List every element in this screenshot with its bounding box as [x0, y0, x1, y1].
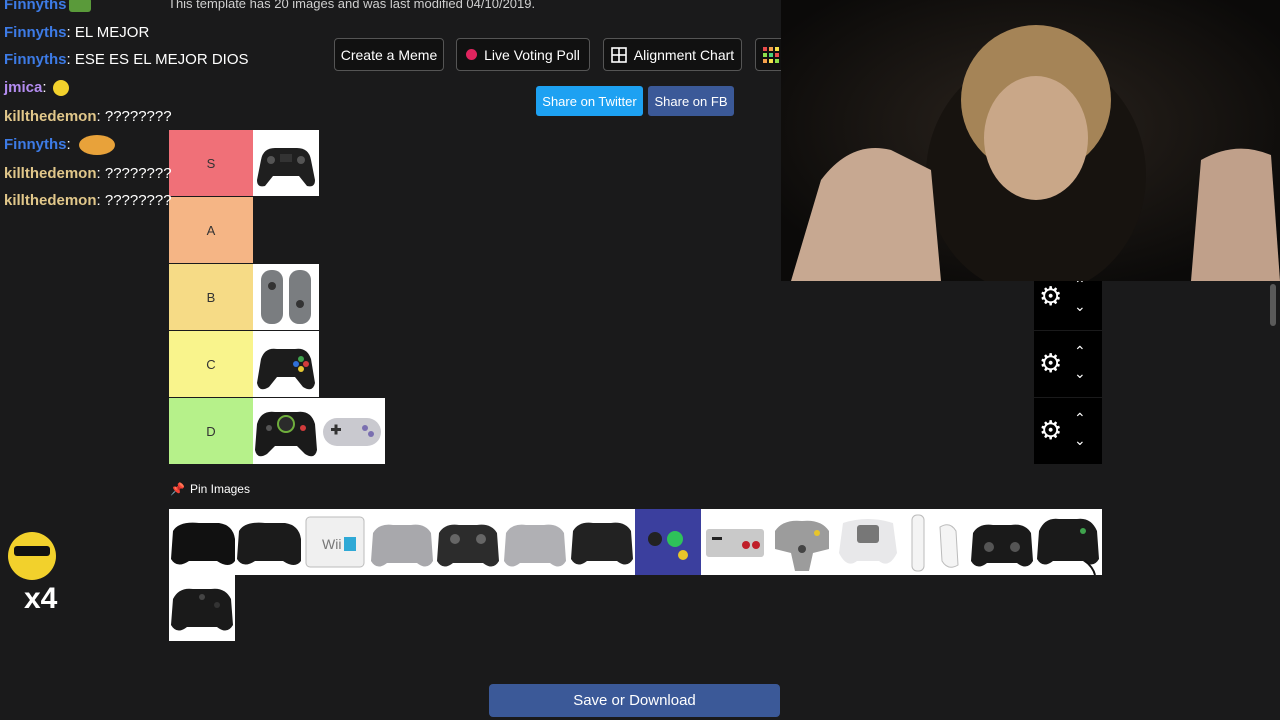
gear-icon[interactable]: ⚙ — [1039, 416, 1062, 444]
grid-icon — [762, 46, 779, 63]
share-fb-button[interactable]: Share on FB — [648, 86, 734, 116]
template-info: This template has 20 images and was last… — [168, 0, 536, 11]
chat-message: killthedemon: ???????? — [4, 165, 172, 182]
pin-icon: 📌 — [170, 482, 185, 496]
tier-label-a[interactable]: A — [169, 197, 253, 263]
chat-message: jmica: — [4, 74, 69, 102]
sunglasses-emote-icon — [52, 80, 69, 97]
gear-icon[interactable]: ⚙ — [1039, 282, 1062, 310]
tier-label-d[interactable]: D — [169, 398, 253, 464]
create-meme-button[interactable]: Create a Meme — [334, 38, 444, 71]
frog-emote-icon — [68, 0, 91, 13]
xbox-duke-controller-image[interactable] — [253, 398, 319, 464]
tier-controls-c: ⚙ ⌃ ⌄ — [1034, 331, 1102, 397]
tier-label-c[interactable]: C — [169, 331, 253, 397]
chat-message: Finnyths: ESE ES EL MEJOR DIOS — [4, 51, 249, 68]
chevron-up-icon[interactable]: ⌃ — [1074, 343, 1086, 360]
emote-multiplier: x4 — [24, 582, 58, 615]
joycon-image[interactable] — [253, 264, 319, 330]
tier-row-c: C ⚙ ⌃ ⌄ — [169, 331, 1102, 397]
scrollbar-thumb[interactable] — [1270, 284, 1276, 326]
tier-label-s[interactable]: S — [169, 130, 253, 196]
save-or-download-button[interactable]: Save or Download — [489, 684, 780, 717]
webcam-overlay — [781, 0, 1280, 281]
snes-controller-image[interactable] — [319, 398, 385, 464]
tier-label-b[interactable]: B — [169, 264, 253, 330]
chevron-down-icon[interactable]: ⌄ — [1074, 365, 1086, 382]
sunglasses-emote-icon — [8, 532, 56, 580]
pool-saturn-controller — [171, 522, 235, 565]
chat-message: killthedemon: ???????? — [4, 108, 172, 125]
pin-images-toggle[interactable]: 📌 Pin Images — [170, 482, 250, 496]
alignment-chart-button[interactable]: Alignment Chart — [603, 38, 742, 71]
table-icon — [610, 46, 627, 63]
svg-text:Wii: Wii — [322, 536, 341, 552]
chat-message: killthedemon: ???????? — [4, 192, 172, 209]
live-voting-poll-button[interactable]: Live Voting Poll — [456, 38, 590, 71]
xbox-one-controller-image[interactable] — [169, 575, 235, 641]
record-dot-icon — [466, 49, 478, 60]
chevron-down-icon[interactable]: ⌄ — [1074, 298, 1086, 315]
ps4-controller-image[interactable] — [253, 130, 319, 196]
xbox360-controller-image[interactable] — [253, 331, 319, 397]
gear-icon[interactable]: ⚙ — [1039, 349, 1062, 377]
chevron-up-icon[interactable]: ⌃ — [1074, 410, 1086, 427]
chat-message: Finnyths: — [4, 131, 115, 159]
chevron-down-icon[interactable]: ⌄ — [1074, 432, 1086, 449]
share-twitter-button[interactable]: Share on Twitter — [536, 86, 643, 116]
tier-row-d: D ⚙ ⌃ ⌄ — [169, 398, 1102, 464]
chat-message: Finnyths — [4, 0, 91, 19]
laughing-emote-icon — [78, 135, 115, 156]
image-pool: Wii — [169, 509, 1102, 576]
chat-message: Finnyths: EL MEJOR — [4, 24, 150, 41]
tier-controls-d: ⚙ ⌃ ⌄ — [1034, 398, 1102, 464]
